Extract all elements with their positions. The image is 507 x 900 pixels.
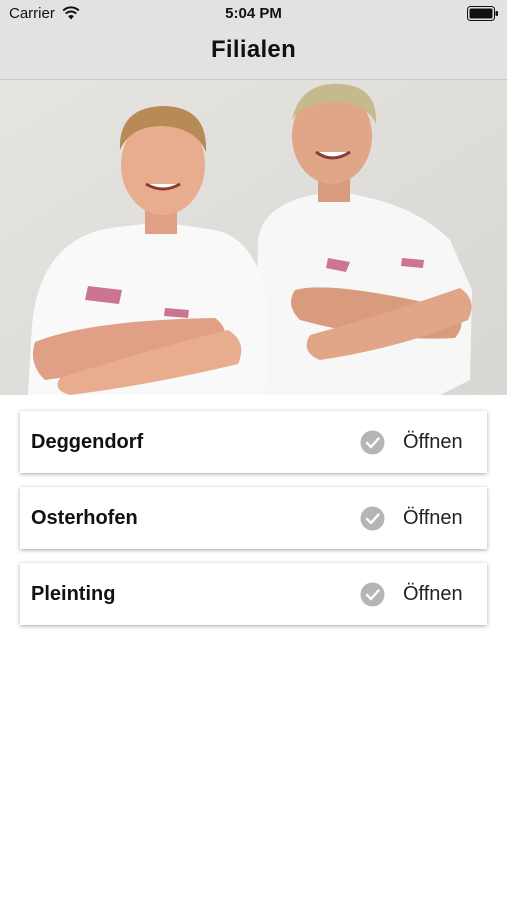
hero-image — [0, 80, 507, 395]
navigation-bar: Filialen — [0, 28, 507, 80]
branch-name: Deggendorf — [31, 431, 144, 453]
status-bar: Carrier 5:04 PM — [0, 0, 507, 28]
open-button[interactable]: Öffnen — [403, 431, 463, 454]
branch-name: Osterhofen — [31, 507, 138, 529]
check-circle-icon — [360, 430, 385, 455]
branch-card-osterhofen[interactable]: Osterhofen Öffnen — [20, 487, 487, 549]
branch-card-pleinting[interactable]: Pleinting Öffnen — [20, 563, 487, 625]
clock: 5:04 PM — [225, 5, 282, 22]
battery-icon — [467, 6, 498, 21]
team-photo — [0, 80, 507, 395]
open-button[interactable]: Öffnen — [403, 507, 463, 530]
branch-card-deggendorf[interactable]: Deggendorf Öffnen — [20, 411, 487, 473]
page-title: Filialen — [210, 36, 297, 63]
check-circle-icon — [360, 582, 385, 607]
open-button[interactable]: Öffnen — [403, 583, 463, 606]
check-circle-icon — [360, 506, 385, 531]
branch-name: Pleinting — [31, 583, 116, 605]
